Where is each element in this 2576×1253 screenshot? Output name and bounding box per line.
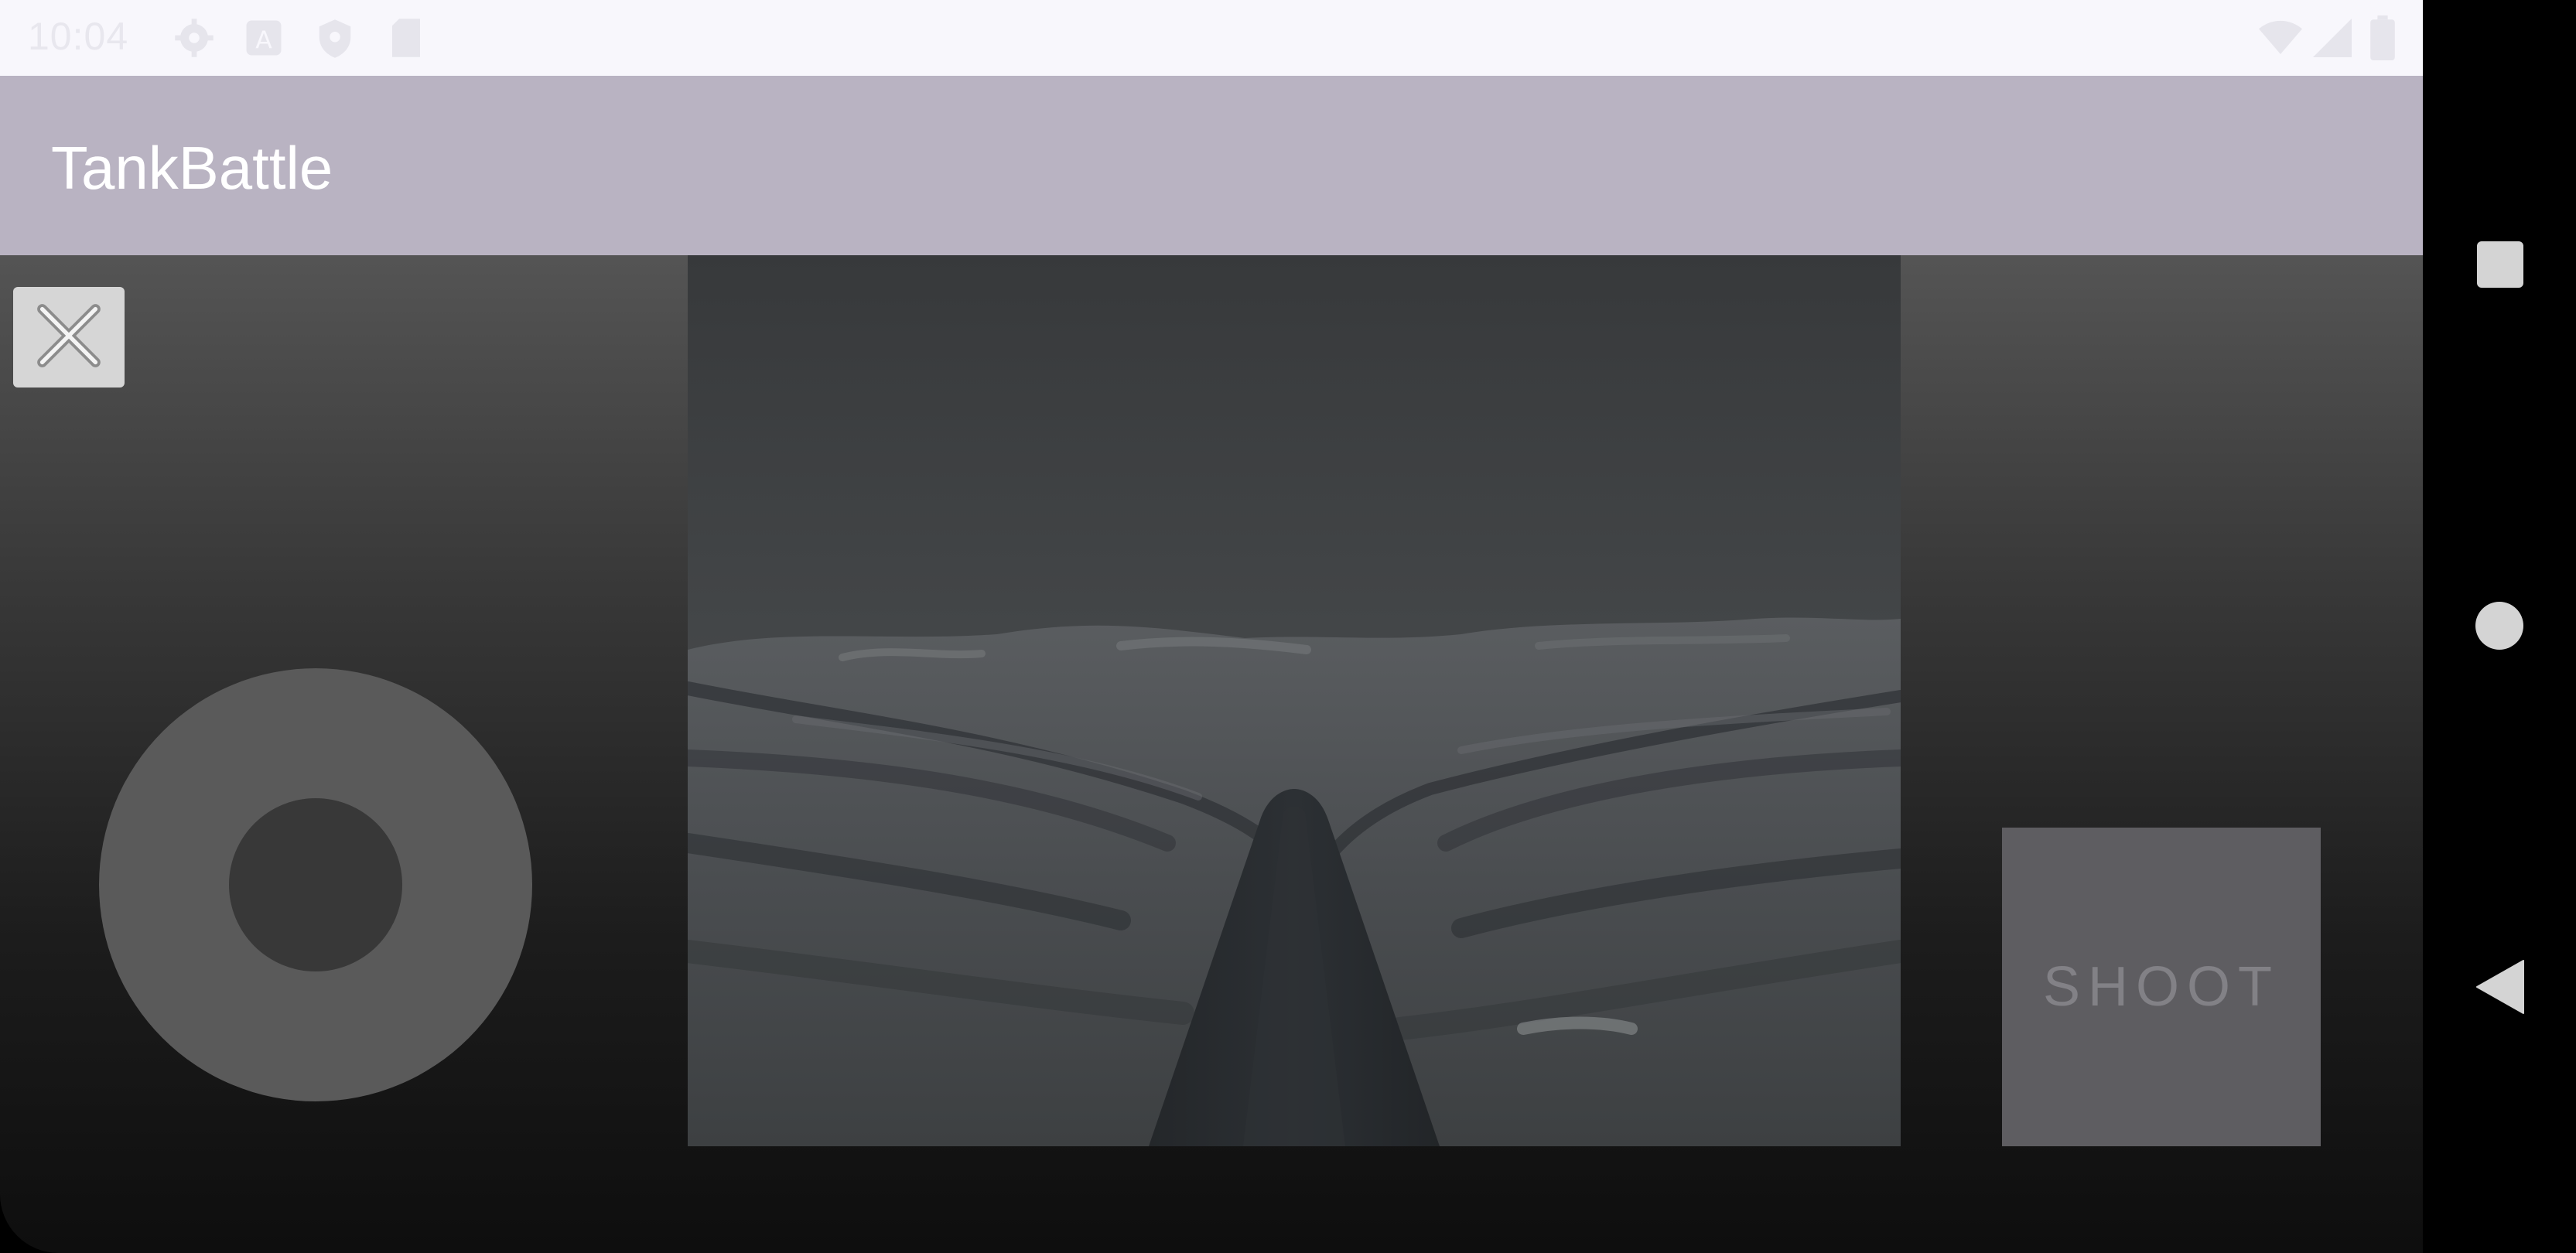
joystick[interactable]: [99, 668, 532, 1101]
signal-icon: [2313, 19, 2352, 57]
game-scene: [688, 255, 1901, 1146]
nav-bar: [2423, 0, 2576, 1253]
shield-icon: [314, 17, 356, 60]
shoot-button[interactable]: SHOOT: [2002, 828, 2321, 1146]
home-circle-icon: [2474, 602, 2525, 654]
recents-button[interactable]: [2475, 240, 2525, 293]
joystick-knob[interactable]: [229, 798, 402, 971]
close-icon: [36, 302, 102, 373]
device-frame: 10:04 A TankBattle SHOOT: [0, 0, 2576, 1253]
settings-icon: [173, 17, 215, 59]
status-bar: 10:04 A: [0, 0, 2423, 76]
battery-icon: [2370, 15, 2395, 60]
app-bar: TankBattle: [0, 76, 2423, 255]
sd-card-icon: [388, 17, 424, 59]
status-time: 10:04: [28, 15, 129, 58]
shoot-label: SHOOT: [2042, 956, 2280, 1018]
recents-square-icon: [2475, 241, 2525, 292]
game-viewport[interactable]: [688, 255, 1901, 1146]
back-triangle-icon: [2475, 960, 2525, 1018]
a-badge-icon: A: [244, 17, 283, 59]
svg-text:A: A: [255, 27, 272, 55]
app-title: TankBattle: [51, 134, 333, 202]
close-button[interactable]: [13, 287, 125, 388]
back-button[interactable]: [2475, 959, 2525, 1019]
wifi-icon: [2259, 19, 2302, 57]
app-screen: 10:04 A TankBattle SHOOT: [0, 0, 2423, 1253]
home-button[interactable]: [2474, 600, 2525, 655]
